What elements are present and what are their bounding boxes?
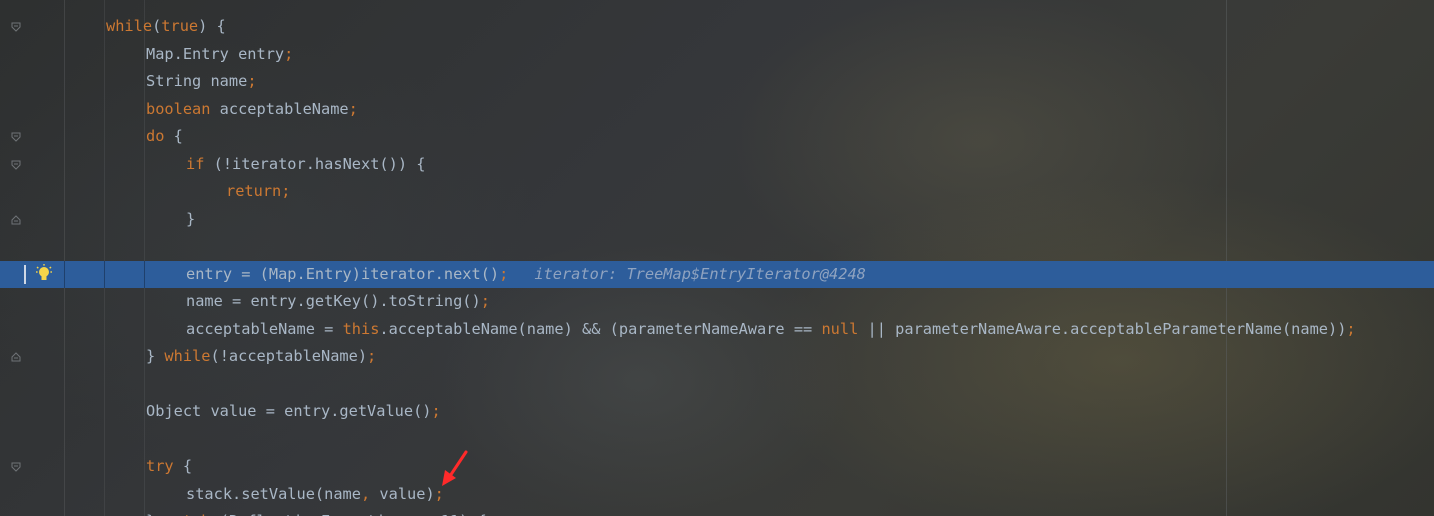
code-line[interactable]: do { (0, 123, 1434, 151)
code-token: .acceptableName(name) && (parameterNameA… (379, 319, 822, 338)
code-line[interactable] (0, 371, 1434, 399)
code-token: Map.Entry entry (146, 44, 285, 63)
code-line[interactable]: } catch (ReflectionException var11) { (0, 508, 1434, 516)
indent-guide (144, 260, 145, 288)
code-text: } catch (ReflectionException var11) { (146, 508, 487, 516)
code-line[interactable]: Map.Entry entry; (0, 41, 1434, 69)
code-text: } (186, 206, 195, 234)
code-text: entry = (Map.Entry)iterator.next(); itera… (186, 261, 866, 289)
keyword-token: boolean (146, 99, 211, 118)
code-token: } (146, 347, 165, 365)
code-line[interactable]: return; (0, 178, 1434, 206)
code-token: ( (152, 17, 162, 35)
keyword-token: try (146, 457, 174, 475)
code-text: return; (226, 178, 290, 206)
indent-guide (104, 260, 105, 288)
code-token: String name (146, 72, 248, 90)
keyword-token: return (226, 182, 282, 200)
fold-close-icon[interactable] (11, 214, 21, 225)
execution-point-line[interactable]: entry = (Map.Entry)iterator.next(); itera… (0, 260, 1434, 289)
fold-open-icon[interactable] (11, 22, 21, 32)
code-line[interactable] (0, 426, 1434, 454)
code-text: while(true) { (106, 13, 226, 41)
code-line[interactable]: stack.setValue(name, value); (0, 481, 1434, 509)
code-token: Object value = entry.getValue() (146, 402, 432, 420)
code-token: ; (480, 292, 490, 310)
code-line[interactable]: name = entry.getKey().toString(); (0, 288, 1434, 316)
code-line[interactable]: boolean acceptableName; (0, 96, 1434, 124)
code-token: ) { (198, 17, 226, 35)
fold-open-icon[interactable] (11, 160, 21, 170)
code-token: acceptableName = (186, 319, 343, 338)
code-token: } (186, 209, 196, 228)
code-token: stack.setValue(name (186, 484, 361, 503)
code-text: String name; (146, 68, 257, 96)
code-token: ; (1346, 319, 1356, 338)
code-text: Object value = entry.getValue(); (146, 398, 441, 426)
keyword-token: if (186, 154, 205, 173)
red-arrow-annotation (442, 450, 468, 486)
code-token: ; (281, 182, 291, 200)
fold-open-icon[interactable] (11, 462, 21, 472)
code-token: ; (431, 402, 441, 420)
code-line[interactable]: String name; (0, 68, 1434, 96)
code-text: Map.Entry entry; (146, 41, 293, 69)
code-text: } while(!acceptableName); (146, 343, 376, 371)
code-token: ; (348, 99, 358, 118)
code-token: (ReflectionException var11) { (210, 512, 487, 516)
code-line[interactable]: } while(!acceptableName); (0, 343, 1434, 371)
lightbulb-icon[interactable] (36, 263, 52, 284)
text-cursor (24, 264, 26, 284)
code-token: acceptableName (210, 99, 349, 118)
inline-debug-value: iterator: TreeMap$EntryIterator@4248 (534, 264, 866, 283)
code-token: ; (247, 72, 257, 90)
fold-open-icon[interactable] (11, 132, 21, 142)
code-token: { (173, 457, 193, 475)
code-text: acceptableName = this.acceptableName(nam… (186, 316, 1356, 344)
code-line[interactable]: acceptableName = this.acceptableName(nam… (0, 316, 1434, 344)
keyword-token: this (342, 319, 380, 338)
code-line[interactable]: } (0, 206, 1434, 234)
code-token: || parameterNameAware.acceptableParamete… (858, 319, 1347, 338)
keyword-token: while (164, 347, 211, 365)
code-token: } (146, 512, 164, 516)
code-line[interactable]: if (!iterator.hasNext()) { (0, 151, 1434, 179)
code-text: do { (146, 123, 183, 151)
keyword-token: do (146, 127, 165, 145)
code-token: ; (499, 264, 509, 283)
code-token: entry = (Map.Entry)iterator.next() (186, 264, 500, 283)
code-token: { (164, 127, 183, 145)
code-lines[interactable]: while(true) {Map.Entry entry; String name… (0, 13, 1434, 516)
keyword-token: while (106, 17, 153, 35)
fold-close-icon[interactable] (11, 352, 21, 362)
code-line[interactable]: try { (0, 453, 1434, 481)
code-text: if (!iterator.hasNext()) { (186, 151, 425, 179)
code-text: try { (146, 453, 192, 481)
code-token: ; (367, 347, 377, 365)
code-line[interactable] (0, 233, 1434, 261)
code-token: ; (284, 44, 294, 63)
keyword-token: true (161, 17, 199, 35)
code-line[interactable]: Object value = entry.getValue(); (0, 398, 1434, 426)
code-text: boolean acceptableName; (146, 96, 358, 124)
code-editor[interactable]: while(true) {Map.Entry entry; String name… (0, 0, 1434, 516)
code-text: name = entry.getKey().toString(); (186, 288, 490, 316)
code-line[interactable]: while(true) { (0, 13, 1434, 41)
indent-guide (64, 260, 65, 288)
keyword-token: null (821, 319, 859, 338)
keyword-token: catch (164, 512, 210, 516)
code-token: value) (370, 484, 435, 503)
code-token: (!acceptableName) (210, 347, 368, 365)
code-text: stack.setValue(name, value); (186, 481, 444, 509)
code-token: (!iterator.hasNext()) { (204, 154, 426, 173)
code-token: , (360, 484, 371, 503)
code-token: name = entry.getKey().toString() (186, 292, 481, 310)
